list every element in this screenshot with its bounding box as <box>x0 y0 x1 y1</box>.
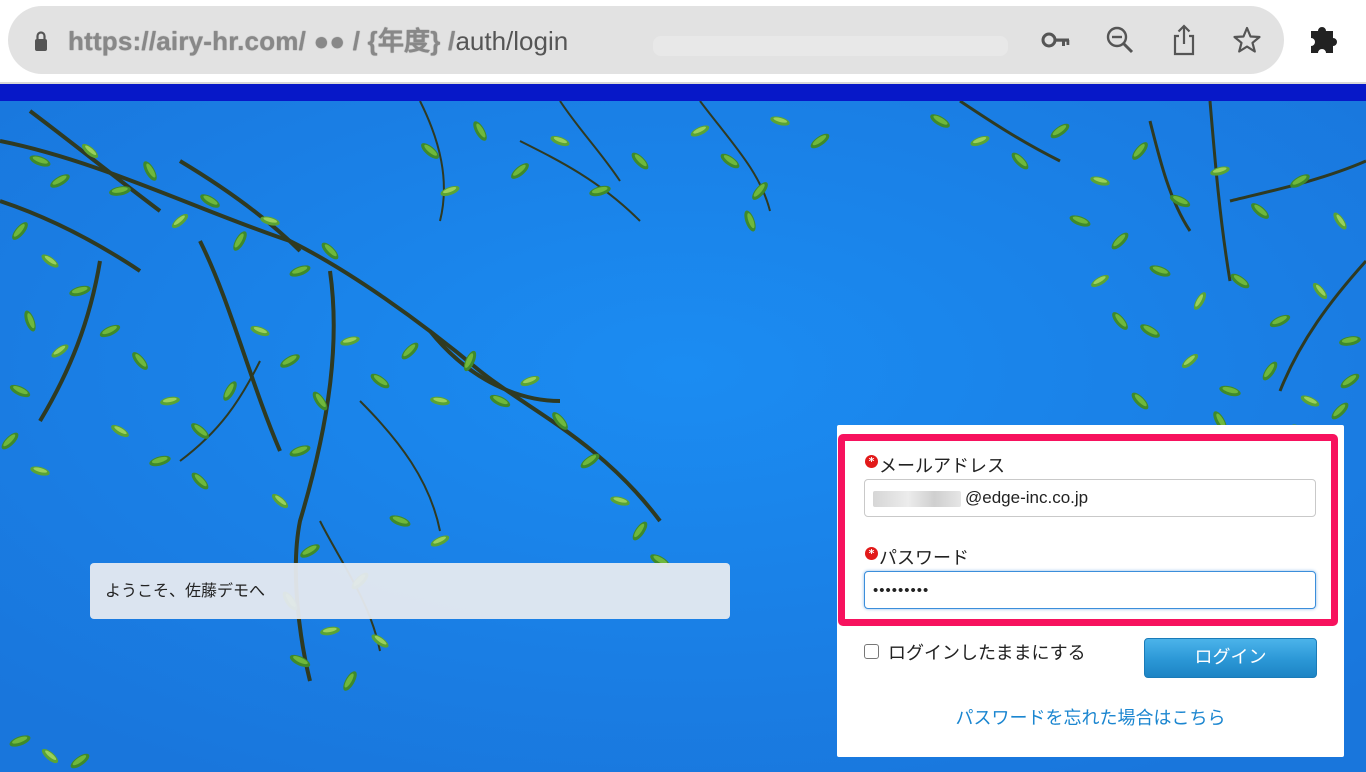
blurred-url-segment <box>653 36 1008 56</box>
forgot-password-link[interactable]: パスワードを忘れた場合はこちら <box>837 704 1344 730</box>
url-path: auth/login <box>455 26 569 56</box>
login-button[interactable]: ログイン <box>1144 638 1317 678</box>
remember-me-checkbox[interactable] <box>864 644 879 659</box>
extensions-puzzle-icon[interactable] <box>1308 22 1348 62</box>
share-icon[interactable] <box>1166 22 1202 58</box>
address-bar[interactable]: https://airy-hr.com/ ●● / {年度} /auth/log… <box>8 6 1284 74</box>
remember-me-label[interactable]: ログインしたままにする <box>888 639 1086 665</box>
highlight-box <box>838 434 1338 626</box>
browser-toolbar: https://airy-hr.com/ ●● / {年度} /auth/log… <box>0 0 1366 84</box>
welcome-message: ようこそ、佐藤デモへ <box>90 563 730 619</box>
lock-icon <box>35 31 47 51</box>
url-host: https://airy-hr.com/ ●● / {年度} / <box>68 26 456 56</box>
key-icon[interactable] <box>1038 22 1074 58</box>
url-text: https://airy-hr.com/ ●● / {年度} /auth/log… <box>68 26 568 56</box>
zoom-out-icon[interactable] <box>1102 22 1138 58</box>
header-band <box>0 84 1366 101</box>
bookmark-star-icon[interactable] <box>1229 22 1265 58</box>
